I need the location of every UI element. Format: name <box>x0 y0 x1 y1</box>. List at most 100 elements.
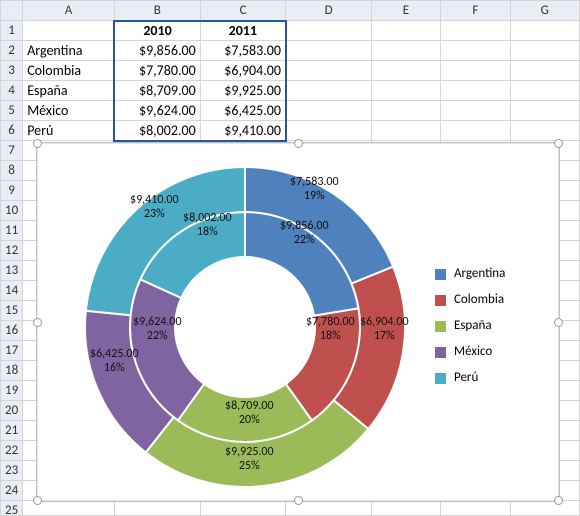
row-header[interactable]: 21 <box>1 421 23 441</box>
row-header[interactable]: 23 <box>1 461 23 481</box>
cell[interactable] <box>441 61 510 81</box>
cell[interactable] <box>510 21 579 41</box>
row-header[interactable]: 19 <box>1 381 23 401</box>
cell[interactable] <box>371 101 440 121</box>
data-label: $9,410.0023% <box>130 193 179 221</box>
chart-legend: Argentina Colombia España México Perú <box>435 261 545 391</box>
row-header[interactable]: 13 <box>1 261 23 281</box>
cell[interactable] <box>23 21 115 41</box>
cell[interactable] <box>371 41 440 61</box>
row-header[interactable]: 8 <box>1 161 23 181</box>
cell[interactable] <box>286 121 371 141</box>
chart-object[interactable]: $7,583.0019% $9,856.0022% $6,904.0017% $… <box>36 142 560 502</box>
cell[interactable] <box>510 81 579 101</box>
cell[interactable]: Perú <box>23 121 115 141</box>
data-label: $7,583.0019% <box>290 175 339 203</box>
col-header-C[interactable]: C <box>200 1 286 21</box>
row-header[interactable]: 2 <box>1 41 23 61</box>
chart-area: $7,583.0019% $9,856.0022% $6,904.0017% $… <box>45 151 551 493</box>
cell[interactable]: $6,425.00 <box>200 101 286 121</box>
col-header-G[interactable]: G <box>510 1 579 21</box>
cell[interactable] <box>441 21 510 41</box>
cell[interactable]: 2010 <box>114 21 200 41</box>
cell[interactable]: $8,002.00 <box>114 121 200 141</box>
cell[interactable] <box>286 81 371 101</box>
row-header[interactable]: 24 <box>1 481 23 501</box>
cell[interactable]: $9,856.00 <box>114 41 200 61</box>
legend-swatch <box>435 321 446 332</box>
row-header[interactable]: 15 <box>1 301 23 321</box>
table-row[interactable]: 5 México $9,624.00 $6,425.00 <box>1 101 580 121</box>
cell[interactable]: México <box>23 101 115 121</box>
row-header[interactable]: 6 <box>1 121 23 141</box>
row-header[interactable]: 22 <box>1 441 23 461</box>
cell[interactable] <box>286 21 371 41</box>
row-header[interactable]: 17 <box>1 341 23 361</box>
table-row[interactable]: 2 Argentina $9,856.00 $7,583.00 <box>1 41 580 61</box>
cell[interactable] <box>510 61 579 81</box>
cell[interactable] <box>286 61 371 81</box>
legend-item: España <box>435 313 545 339</box>
cell[interactable]: $8,709.00 <box>114 81 200 101</box>
row-header[interactable]: 4 <box>1 81 23 101</box>
select-all-corner[interactable] <box>1 1 23 21</box>
table-row[interactable]: 3 Colombia $7,780.00 $6,904.00 <box>1 61 580 81</box>
cell[interactable] <box>510 101 579 121</box>
row-header[interactable]: 3 <box>1 61 23 81</box>
row-header[interactable]: 10 <box>1 201 23 221</box>
legend-item: México <box>435 339 545 365</box>
cell[interactable] <box>286 101 371 121</box>
cell[interactable]: $9,624.00 <box>114 101 200 121</box>
cell[interactable] <box>510 121 579 141</box>
legend-item: Argentina <box>435 261 545 287</box>
col-header-D[interactable]: D <box>286 1 371 21</box>
cell[interactable] <box>441 81 510 101</box>
legend-label: España <box>454 313 492 339</box>
cell[interactable] <box>371 61 440 81</box>
row-header[interactable]: 7 <box>1 141 23 161</box>
row-header[interactable]: 14 <box>1 281 23 301</box>
cell[interactable] <box>286 41 371 61</box>
row-header[interactable]: 1 <box>1 21 23 41</box>
cell[interactable] <box>441 41 510 61</box>
row-header[interactable]: 18 <box>1 361 23 381</box>
row-header[interactable]: 12 <box>1 241 23 261</box>
cell[interactable] <box>371 81 440 101</box>
cell[interactable] <box>510 41 579 61</box>
cell[interactable]: 2011 <box>200 21 286 41</box>
col-header-F[interactable]: F <box>441 1 510 21</box>
col-header-E[interactable]: E <box>371 1 440 21</box>
data-label: $9,856.0022% <box>280 219 329 247</box>
col-header-A[interactable]: A <box>23 1 115 21</box>
cell[interactable] <box>371 21 440 41</box>
data-label: $6,425.0016% <box>90 347 139 375</box>
cell[interactable]: $7,583.00 <box>200 41 286 61</box>
data-label: $8,709.0020% <box>225 399 274 427</box>
cell[interactable]: $9,410.00 <box>200 121 286 141</box>
legend-label: Colombia <box>454 287 504 313</box>
row-header[interactable]: 11 <box>1 221 23 241</box>
legend-swatch <box>435 269 446 280</box>
row-header[interactable]: 5 <box>1 101 23 121</box>
table-row[interactable]: 1 2010 2011 <box>1 21 580 41</box>
cell[interactable]: España <box>23 81 115 101</box>
data-label: $9,624.0022% <box>133 315 182 343</box>
cell[interactable] <box>441 121 510 141</box>
row-header[interactable]: 25 <box>1 501 23 516</box>
table-row[interactable]: 6 Perú $8,002.00 $9,410.00 <box>1 121 580 141</box>
column-header-row[interactable]: A B C D E F G <box>1 1 580 21</box>
doughnut-plot: $7,583.0019% $9,856.0022% $6,904.0017% $… <box>75 157 415 497</box>
col-header-B[interactable]: B <box>114 1 200 21</box>
legend-swatch <box>435 295 446 306</box>
row-header[interactable]: 9 <box>1 181 23 201</box>
row-header[interactable]: 16 <box>1 321 23 341</box>
cell[interactable]: Argentina <box>23 41 115 61</box>
cell[interactable] <box>441 101 510 121</box>
cell[interactable] <box>371 121 440 141</box>
row-header[interactable]: 20 <box>1 401 23 421</box>
cell[interactable]: Colombia <box>23 61 115 81</box>
cell[interactable]: $7,780.00 <box>114 61 200 81</box>
table-row[interactable]: 4 España $8,709.00 $9,925.00 <box>1 81 580 101</box>
cell[interactable]: $6,904.00 <box>200 61 286 81</box>
cell[interactable]: $9,925.00 <box>200 81 286 101</box>
